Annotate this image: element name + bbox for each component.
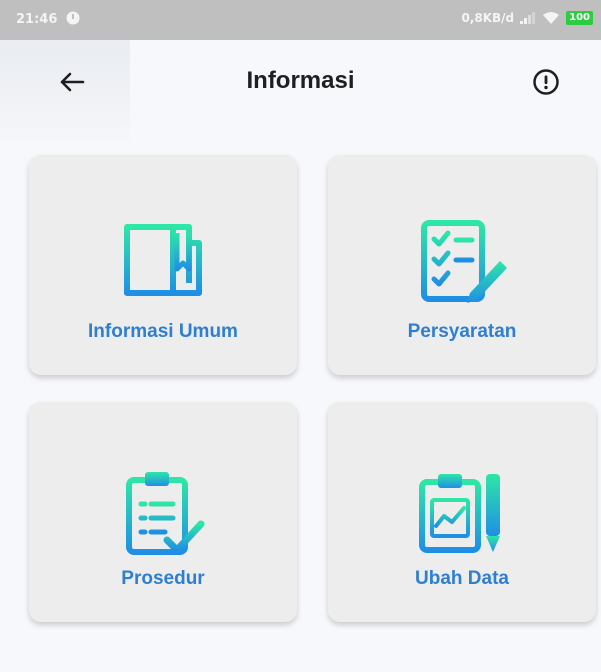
clipboard-chart-pencil-icon [419,474,500,553]
network-speed: 0,8KB/d [461,11,515,25]
page-title: Informasi [246,67,355,94]
book-icon [124,224,202,302]
app-header: Informasi [0,40,601,130]
card-label: Ubah Data [415,568,509,589]
status-bar: 21:46 0,8KB/d 100 [0,0,601,40]
card-label: Persyaratan [407,321,517,342]
card-ubah-data[interactable]: Ubah Data [328,402,596,622]
info-button[interactable] [528,64,564,100]
card-persyaratan[interactable]: Persyaratan [328,155,596,375]
notification-shield-icon [66,11,80,25]
battery-indicator: 100 [566,11,593,25]
checklist-pencil-icon [421,220,507,303]
clipboard-check-icon [126,472,205,555]
card-informasi-umum[interactable]: Informasi Umum [29,155,297,375]
card-label: Informasi Umum [88,321,238,342]
wifi-icon [543,12,560,24]
card-label: Prosedur [121,568,205,589]
status-indicators: 0,8KB/d 100 [461,11,593,25]
exclamation-circle-icon [533,69,559,95]
signal-icon [520,12,536,24]
card-prosedur[interactable]: Prosedur [29,402,297,622]
status-time: 21:46 [16,12,58,27]
